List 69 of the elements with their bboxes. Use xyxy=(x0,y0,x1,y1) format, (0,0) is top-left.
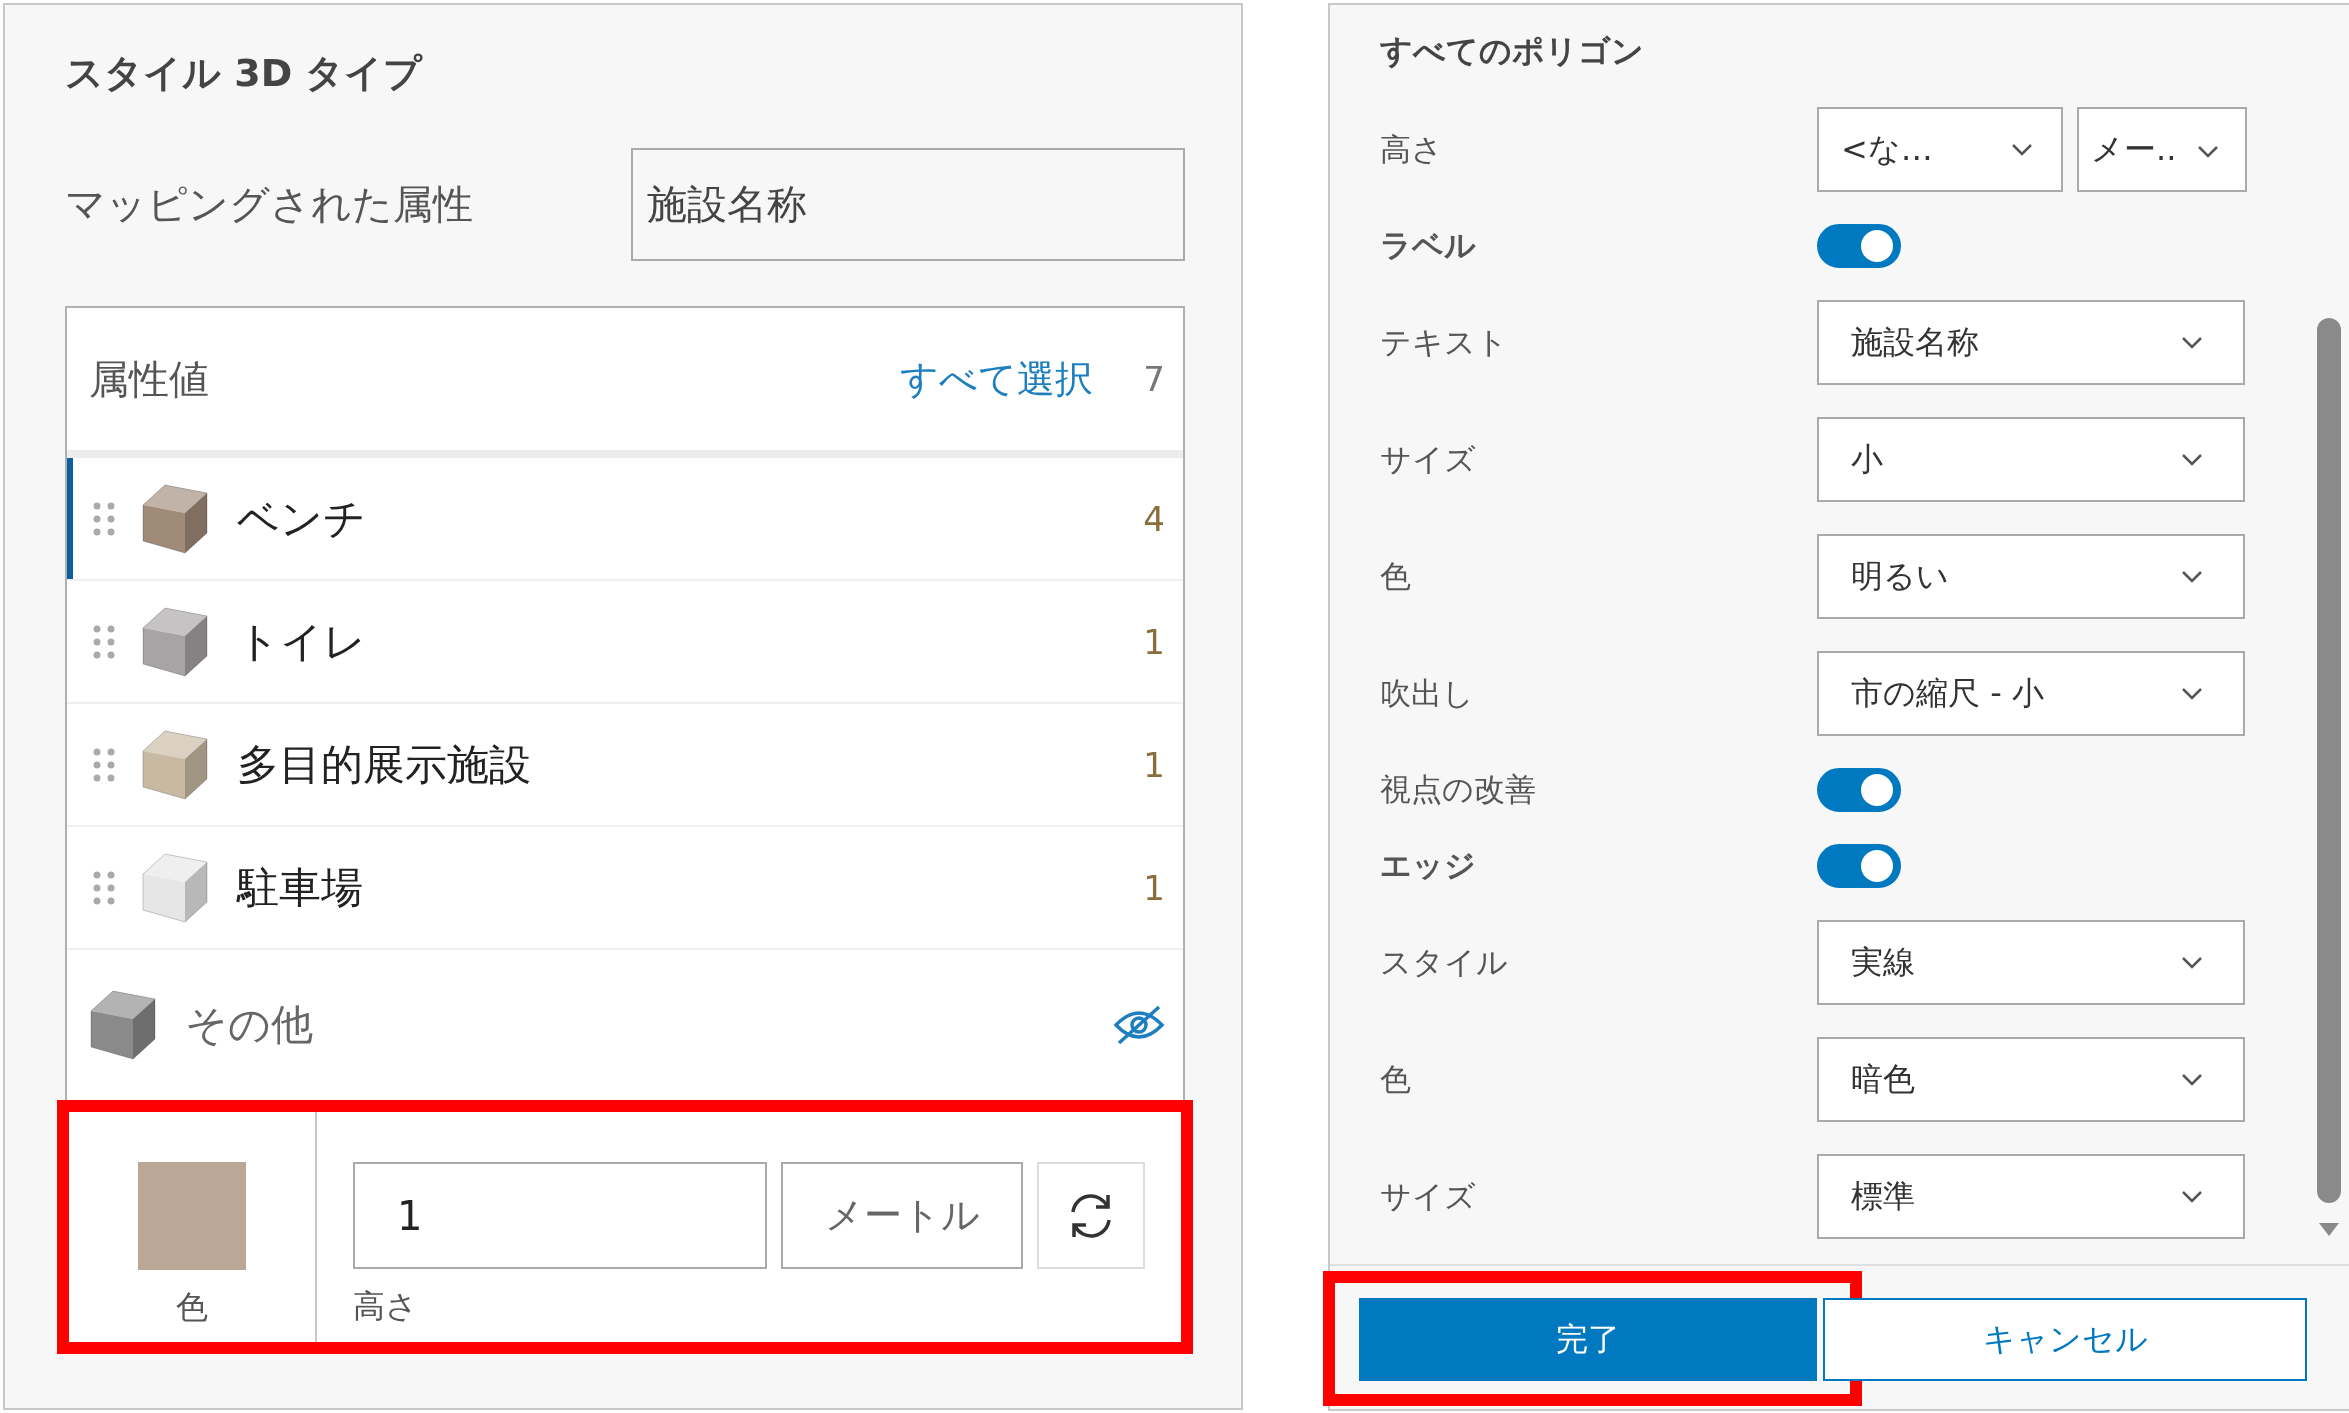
color-swatch[interactable] xyxy=(138,1162,246,1270)
chevron-down-icon xyxy=(2197,145,2219,159)
value-label: 多目的展示施設 xyxy=(237,738,532,791)
chevron-down-icon xyxy=(2181,1189,2203,1204)
section-title: すべてのポリゴン xyxy=(1380,31,1645,72)
cube-icon xyxy=(141,605,209,678)
chevron-down-icon xyxy=(2181,452,2203,467)
value-label: トイレ xyxy=(237,615,367,668)
refresh-button[interactable] xyxy=(1037,1162,1145,1269)
field-label: サイズ xyxy=(1380,439,1477,479)
cube-icon xyxy=(141,728,209,801)
cube-icon xyxy=(141,482,209,555)
section-label: エッジ xyxy=(1380,846,1477,885)
field-label: 色 xyxy=(1380,1059,1412,1099)
dropdown[interactable]: 小 xyxy=(1817,417,2245,502)
drag-handle-icon[interactable] xyxy=(93,624,115,659)
field-label: 視点の改善 xyxy=(1380,770,1537,809)
chevron-down-icon xyxy=(2181,686,2203,701)
dropdown[interactable]: <な… xyxy=(1817,107,2063,192)
chevron-down-icon xyxy=(2181,955,2203,970)
done-button[interactable]: 完了 xyxy=(1359,1298,1817,1381)
field-label: 高さ xyxy=(1380,129,1444,169)
cancel-button[interactable]: キャンセル xyxy=(1823,1298,2307,1381)
drag-handle-icon[interactable] xyxy=(93,870,115,905)
cube-icon xyxy=(89,989,157,1061)
field-label: スタイル xyxy=(1380,942,1509,982)
value-label: 駐車場 xyxy=(237,861,364,914)
toggle-switch[interactable] xyxy=(1817,844,1901,888)
field-label: 高さ xyxy=(353,1286,418,1327)
value-label: ベンチ xyxy=(237,492,367,545)
field-label: 色 xyxy=(176,1287,208,1328)
field-label: テキスト xyxy=(1380,322,1509,362)
total-count: 7 xyxy=(1143,359,1165,399)
chevron-down-icon xyxy=(2011,142,2033,157)
toggle-switch[interactable] xyxy=(1817,224,1901,268)
cube-icon xyxy=(141,851,209,924)
eye-off-icon[interactable] xyxy=(1113,1005,1165,1045)
dropdown[interactable]: 市の縮尺 - 小 xyxy=(1817,651,2245,736)
dropdown[interactable]: 実線 xyxy=(1817,920,2245,1005)
field-label: マッピングされた属性 xyxy=(65,180,474,229)
value-count: 1 xyxy=(1143,744,1165,785)
list-title: 属性値 xyxy=(89,354,210,404)
mapped-attribute-field[interactable]: 施設名称 xyxy=(630,148,1185,261)
value-count: 1 xyxy=(1143,621,1165,662)
dropdown[interactable]: 明るい xyxy=(1817,534,2245,619)
attribute-value-row[interactable]: ベンチ 4 xyxy=(67,458,1183,581)
height-input[interactable]: 1 xyxy=(353,1162,767,1269)
unit-button[interactable]: メートル xyxy=(781,1162,1023,1269)
value-count: 1 xyxy=(1143,867,1165,908)
toggle-switch[interactable] xyxy=(1817,768,1901,812)
drag-handle-icon[interactable] xyxy=(93,501,115,536)
dropdown[interactable]: 暗色 xyxy=(1817,1037,2245,1122)
select-all-link[interactable]: すべて選択 xyxy=(900,353,1094,405)
value-label: その他 xyxy=(185,999,314,1051)
other-values-row[interactable]: その他 xyxy=(67,950,1183,1100)
drag-handle-icon[interactable] xyxy=(93,747,115,782)
chevron-down-icon xyxy=(2181,335,2203,350)
dropdown[interactable]: 施設名称 xyxy=(1817,300,2245,385)
dropdown[interactable]: メー.. xyxy=(2077,107,2247,192)
chevron-down-icon xyxy=(2181,569,2203,584)
chevron-down-icon xyxy=(2181,1072,2203,1087)
value-count: 4 xyxy=(1143,498,1165,539)
scrollbar[interactable] xyxy=(2316,318,2341,1238)
dropdown[interactable]: 標準 xyxy=(1817,1154,2245,1239)
field-label: 吹出し xyxy=(1380,673,1475,713)
field-label: サイズ xyxy=(1380,1176,1477,1216)
field-label: 色 xyxy=(1380,556,1412,596)
section-label: ラベル xyxy=(1380,226,1477,265)
panel-title: スタイル 3D タイプ xyxy=(65,50,424,97)
